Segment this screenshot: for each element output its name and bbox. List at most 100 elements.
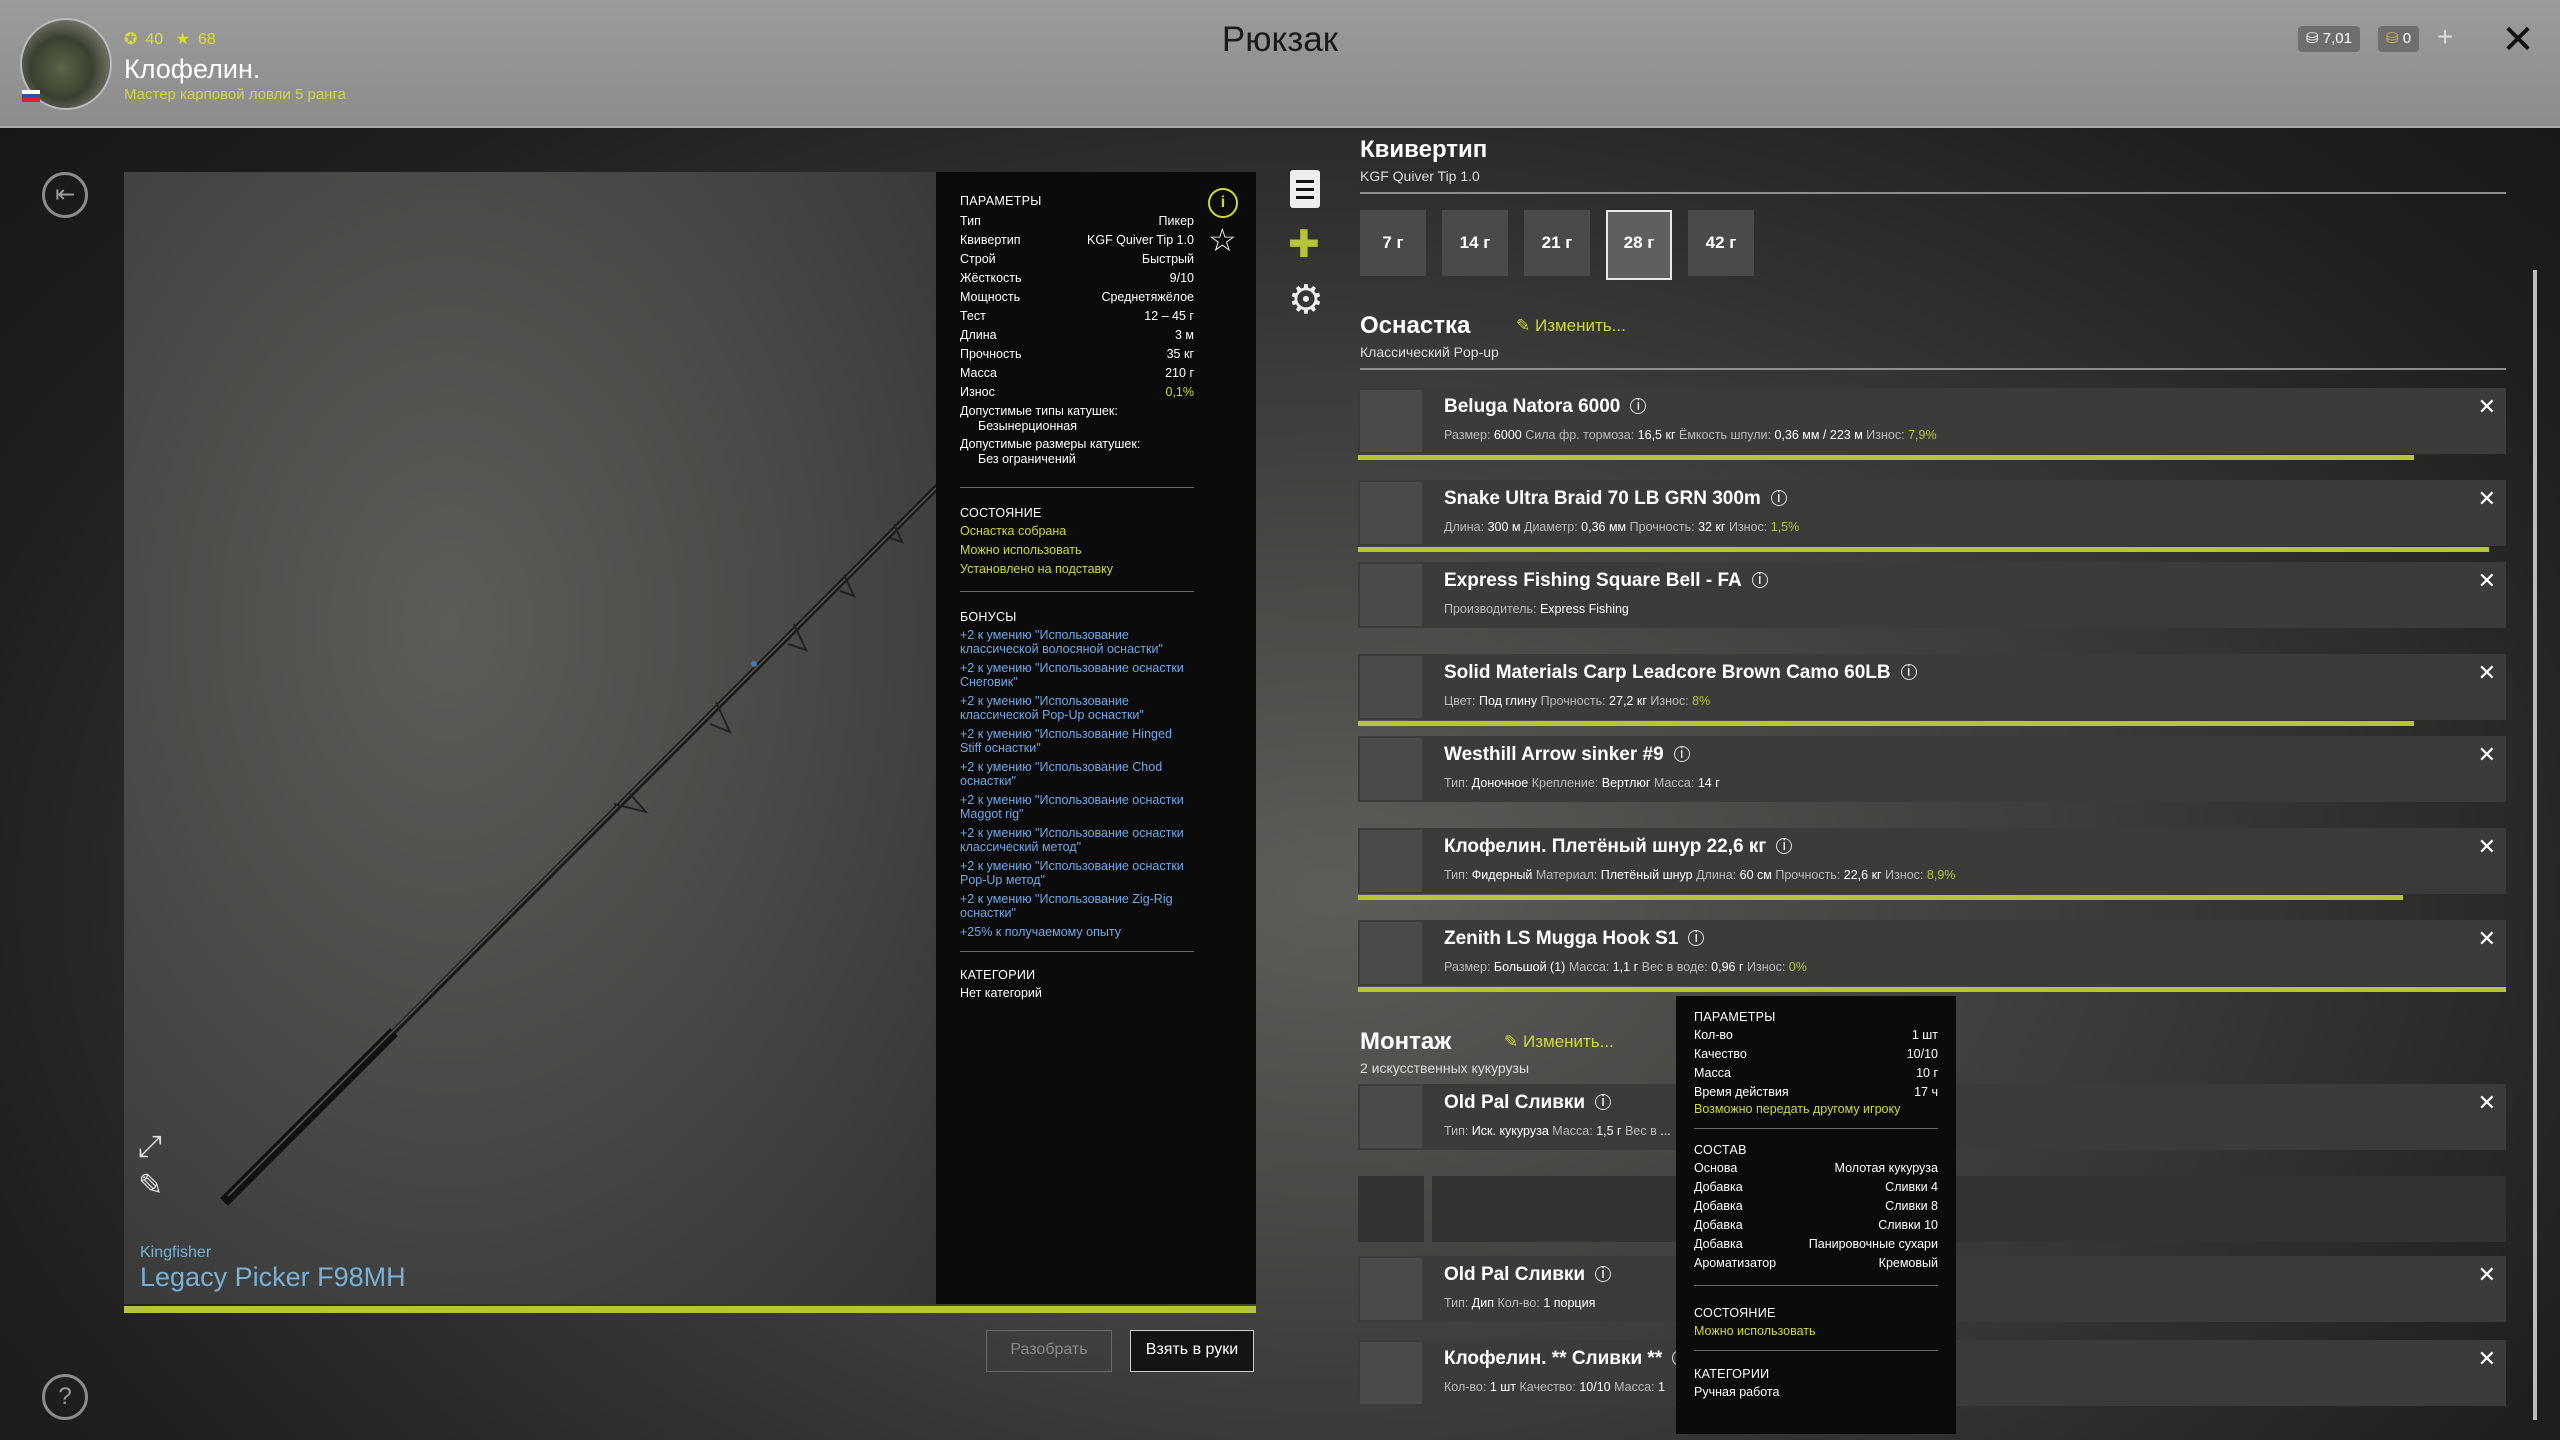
item-details: Тип: Фидерный Материал: Плетёный шнур Дл…: [1444, 868, 1955, 882]
composition-row: Ароматизатор Кремовый: [1694, 1254, 1938, 1273]
item-name-text: Клофелин. Плетёный шнур 22,6 кг: [1444, 836, 1767, 857]
remove-icon[interactable]: ✕: [2478, 568, 2496, 594]
stars-value: 68: [198, 31, 216, 48]
remove-icon[interactable]: ✕: [2478, 926, 2496, 952]
tackle-item[interactable]: Express Fishing Square Bell - FA i Произво…: [1358, 562, 2506, 628]
mount-edit-button[interactable]: ✎ Изменить...: [1504, 1032, 1614, 1052]
tooltip-value: 17 ч: [1914, 1085, 1938, 1099]
tooltip-params-heading: ПАРАМЕТРЫ: [1694, 1010, 1776, 1024]
notes-icon[interactable]: [1290, 170, 1320, 208]
scrollbar[interactable]: [2533, 270, 2537, 1420]
info-icon[interactable]: i: [1770, 490, 1787, 506]
item-name-text: Клофелин. ** Сливки **: [1444, 1348, 1663, 1369]
divider: [1694, 1128, 1938, 1129]
remove-icon[interactable]: ✕: [2478, 1262, 2496, 1288]
gear-icon[interactable]: ⚙: [1288, 280, 1324, 320]
divider: [960, 951, 1194, 952]
remove-icon[interactable]: ✕: [2478, 834, 2496, 860]
disassemble-button[interactable]: Разобрать: [986, 1330, 1112, 1372]
tackle-item[interactable]: Клофелин. Плетёный шнур 22,6 кг i Тип: Фид…: [1358, 828, 2506, 900]
info-icon[interactable]: i: [1776, 838, 1793, 854]
rod-brand: Kingfisher: [140, 1244, 212, 1261]
help-icon[interactable]: ?: [42, 1374, 88, 1420]
line-thumb: [1360, 482, 1422, 544]
tackle-item[interactable]: Solid Materials Carp Leadcore Brown Camo…: [1358, 654, 2506, 726]
param-value: 0,1%: [1165, 385, 1195, 399]
close-button[interactable]: ✕: [2496, 18, 2540, 62]
quiver-weight-button[interactable]: 42 г: [1688, 210, 1754, 276]
detail-key: Качество:: [1519, 1380, 1576, 1394]
detail-key: Износ:: [1866, 428, 1905, 442]
param-row: Строй Быстрый: [960, 250, 1194, 269]
add-currency-button[interactable]: +: [2432, 23, 2458, 52]
tackle-item[interactable]: Westhill Arrow sinker #9 i Тип: Доночное К…: [1358, 736, 2506, 802]
reel-types-value: Безынерционная: [978, 419, 1078, 433]
detail-value: 0,36 мм / 223 м: [1774, 428, 1863, 442]
quiver-weight-button[interactable]: 28 г: [1606, 210, 1672, 280]
tackle-edit-button[interactable]: ✎ Изменить...: [1516, 316, 1626, 336]
param-row: Мощность Среднетяжёлое: [960, 288, 1194, 307]
condition-bar: [1358, 547, 2489, 552]
param-row: Прочность 35 кг: [960, 345, 1194, 364]
info-icon[interactable]: i: [1208, 188, 1238, 218]
paint-icon[interactable]: ✎: [138, 1168, 163, 1203]
divider: [1360, 192, 2506, 194]
detail-value: Иск. кукуруза: [1471, 1124, 1549, 1138]
tooltip-row: Кол-во 1 шт: [1694, 1026, 1938, 1045]
empty-slot[interactable]: [1432, 1176, 2506, 1242]
empty-slot-thumb[interactable]: [1358, 1176, 1424, 1242]
remove-icon[interactable]: ✕: [2478, 394, 2496, 420]
composition-row: Добавка Панировочные сухари: [1694, 1235, 1938, 1254]
detail-key: Длина:: [1696, 868, 1737, 882]
item-name-text: Zenith LS Mugga Hook S1: [1444, 928, 1679, 949]
param-key: Тест: [960, 309, 986, 323]
info-icon[interactable]: i: [1630, 398, 1647, 414]
edit-icon: ✎: [1516, 316, 1531, 335]
remove-icon[interactable]: ✕: [2478, 742, 2496, 768]
tackle-item[interactable]: Beluga Natora 6000 i Размер: 6000 Сила фр.…: [1358, 388, 2506, 460]
composition-value: Сливки 4: [1885, 1180, 1938, 1194]
rod-name: Legacy Picker F98MH: [140, 1262, 406, 1292]
take-in-hands-button[interactable]: Взять в руки: [1130, 1330, 1254, 1372]
param-row: Квивертип KGF Quiver Tip 1.0: [960, 231, 1194, 250]
remove-icon[interactable]: ✕: [2478, 660, 2496, 686]
quiver-weight-button[interactable]: 14 г: [1442, 210, 1508, 276]
info-icon[interactable]: i: [1751, 572, 1768, 588]
tackle-title: Оснастка: [1360, 312, 1471, 339]
info-icon[interactable]: i: [1673, 746, 1690, 762]
back-icon[interactable]: ⇤: [42, 172, 88, 218]
item-details: Тип: Дип Кол-во: 1 порция: [1444, 1296, 1595, 1310]
info-icon[interactable]: i: [1595, 1094, 1612, 1110]
remove-icon[interactable]: ✕: [2478, 1346, 2496, 1372]
quiver-weight-button[interactable]: 7 г: [1360, 210, 1426, 276]
detail-key: Износ:: [1650, 694, 1689, 708]
bonus-item: +2 к умению "Использование оснастки Magg…: [960, 793, 1184, 821]
quiver-weight-button[interactable]: 21 г: [1524, 210, 1590, 276]
item-name: Клофелин. Плетёный шнур 22,6 кг i: [1444, 836, 1793, 858]
expand-icon[interactable]: ⤢: [138, 1130, 162, 1164]
item-details: Производитель: Express Fishing: [1444, 602, 1629, 616]
remove-icon[interactable]: ✕: [2478, 486, 2496, 512]
info-icon[interactable]: i: [1595, 1266, 1612, 1282]
tackle-item[interactable]: Zenith LS Mugga Hook S1 i Размер: Большой …: [1358, 920, 2506, 992]
detail-value: 32 кг: [1698, 520, 1726, 534]
star-icon: ★: [175, 31, 190, 48]
param-value: 3 м: [1174, 328, 1194, 342]
detail-key: Кол-во:: [1444, 1380, 1487, 1394]
remove-icon[interactable]: ✕: [2478, 1090, 2496, 1116]
param-key: Прочность: [960, 347, 1022, 361]
info-icon[interactable]: i: [1900, 664, 1917, 680]
detail-value: 1,1 г: [1612, 960, 1639, 974]
item-name: Zenith LS Mugga Hook S1 i: [1444, 928, 1705, 950]
composition-row: Добавка Сливки 10: [1694, 1216, 1938, 1235]
tackle-item[interactable]: Snake Ultra Braid 70 LB GRN 300m i Длина: …: [1358, 480, 2506, 552]
item-name: Snake Ultra Braid 70 LB GRN 300m i: [1444, 488, 1787, 510]
divider: [1694, 1350, 1938, 1351]
silver-currency: ⛁ 7,01: [2298, 26, 2360, 52]
favorite-star-icon[interactable]: ☆: [1208, 224, 1237, 256]
detail-value: Доночное: [1471, 776, 1529, 790]
puzzle-icon[interactable]: ✚: [1288, 226, 1320, 264]
tooltip-row: Время действия 17 ч: [1694, 1083, 1938, 1102]
info-icon[interactable]: i: [1688, 930, 1705, 946]
tooltip-key: Время действия: [1694, 1085, 1789, 1099]
